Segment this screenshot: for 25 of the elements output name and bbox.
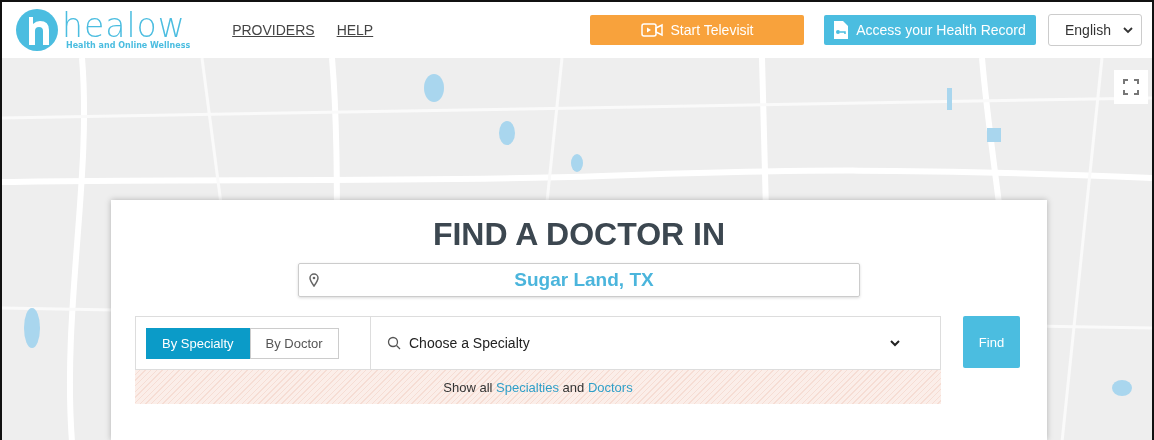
specialties-link[interactable]: Specialties xyxy=(496,379,559,395)
nav-link[interactable]: HELP xyxy=(336,22,374,38)
logo-wordmark: healow xyxy=(62,10,186,41)
chevron-down-icon xyxy=(890,339,900,347)
fullscreen-icon xyxy=(1123,79,1139,95)
search-mode-tab[interactable]: By Specialty xyxy=(146,327,250,359)
show-all-text: Show all Specialties and Doctors xyxy=(443,379,633,395)
logo-tagline: Health and Online Wellness xyxy=(66,40,191,50)
map-pin-icon xyxy=(309,273,319,287)
search-mode-tab[interactable]: By Doctor xyxy=(249,327,339,359)
find-button[interactable]: Find xyxy=(963,316,1020,368)
nav-link[interactable]: PROVIDERS xyxy=(232,22,315,38)
document-key-icon xyxy=(834,21,849,39)
start-televisit-button[interactable]: Start Televisit xyxy=(590,15,804,45)
health-record-button[interactable]: Access your Health Record xyxy=(824,15,1036,45)
logo-icon xyxy=(16,9,58,51)
fullscreen-button[interactable] xyxy=(1114,70,1148,104)
search-icon xyxy=(387,336,401,350)
chevron-down-icon xyxy=(1123,26,1133,34)
card-title: FIND A DOCTOR IN xyxy=(432,216,726,253)
location-field[interactable]: Sugar Land, TX xyxy=(298,263,860,297)
specialty-dropdown[interactable]: Choose a Specialty xyxy=(371,317,940,369)
doctors-link[interactable]: Doctors xyxy=(587,379,633,395)
language-select[interactable]: English xyxy=(1048,14,1142,46)
video-camera-icon xyxy=(640,23,663,37)
